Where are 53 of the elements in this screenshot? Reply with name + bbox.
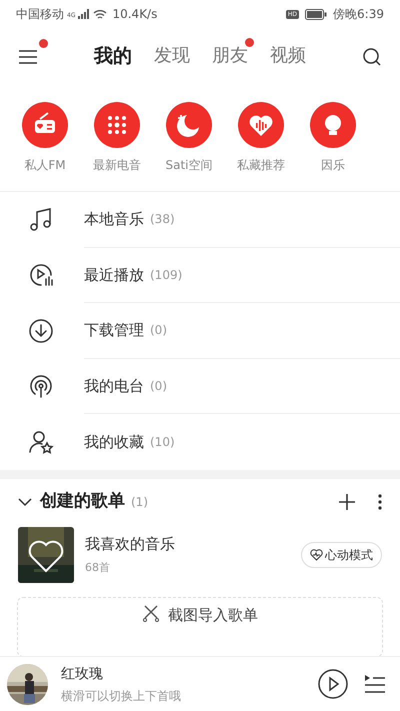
bulb-icon [310, 102, 356, 148]
song-title: 红玫瑰 [61, 664, 104, 684]
carrier-name: 中国移动 [16, 6, 64, 23]
library-item[interactable]: 本地音乐 (38) [0, 192, 400, 248]
nav-tab[interactable]: 视频 [270, 42, 306, 70]
heart-icon [310, 548, 323, 560]
search-icon [362, 46, 382, 66]
track-count: 68首 [85, 560, 111, 576]
shortcut-button[interactable]: 最新电音 [94, 102, 140, 174]
play-button[interactable] [318, 669, 348, 699]
library-item[interactable]: 下载管理 (0) [0, 303, 400, 358]
nav-tab[interactable]: 发现 [154, 42, 190, 70]
radio-icon [22, 102, 68, 148]
item-count: (10) [150, 434, 175, 451]
item-count: (109) [150, 266, 182, 284]
playlist-name: 我喜欢的音乐 [85, 534, 176, 555]
wifi-icon [93, 8, 108, 20]
heartbeat-mode-button[interactable]: 心动模式 [301, 542, 382, 568]
shortcut-button[interactable]: 因乐 [310, 102, 356, 174]
network-speed: 10.4K/s [112, 6, 158, 23]
item-count: (0) [150, 378, 167, 395]
chevron-icon [18, 496, 32, 506]
library-item[interactable]: 最近播放 (109) [0, 248, 400, 303]
item-label: 下载管理 [84, 320, 144, 341]
section-title: 创建的歌单 [40, 490, 125, 513]
scissors-icon [142, 604, 160, 622]
item-label: 最近播放 [84, 264, 144, 286]
item-count: (38) [150, 211, 175, 228]
library-item[interactable]: 我的电台 (0) [0, 358, 400, 414]
shortcut-button[interactable]: 私人FM [22, 102, 68, 174]
item-label: 本地音乐 [84, 209, 144, 230]
player-hint: 横滑可以切换上下首哦 [61, 688, 182, 704]
nav-tab[interactable]: 我的 [94, 42, 132, 71]
play-icon [318, 669, 348, 699]
battery-icon [305, 8, 328, 20]
menu-icon [18, 48, 38, 64]
section-count: (1) [131, 494, 148, 510]
more-icon [378, 494, 382, 510]
signal-icon [78, 9, 90, 19]
item-label: 我的电台 [84, 376, 144, 396]
shortcut-button[interactable]: 私藏推荐 [238, 102, 284, 174]
clock: 傍晚6:39 [333, 6, 384, 23]
plus-icon [338, 492, 356, 510]
moon-icon [166, 102, 212, 148]
queue-icon [364, 674, 386, 694]
nav-tab[interactable]: 朋友 [212, 42, 248, 70]
playlist-row[interactable]: 我喜欢的音乐 68首 心动模式 [0, 524, 400, 584]
library-item[interactable]: 我的收藏 (10) [0, 414, 400, 470]
item-label: 我的收藏 [84, 432, 144, 452]
item-count: (0) [150, 322, 167, 340]
shortcut-button[interactable]: Sati空间 [166, 102, 212, 174]
download-icon [27, 316, 55, 345]
dot-grid-icon [94, 102, 140, 148]
